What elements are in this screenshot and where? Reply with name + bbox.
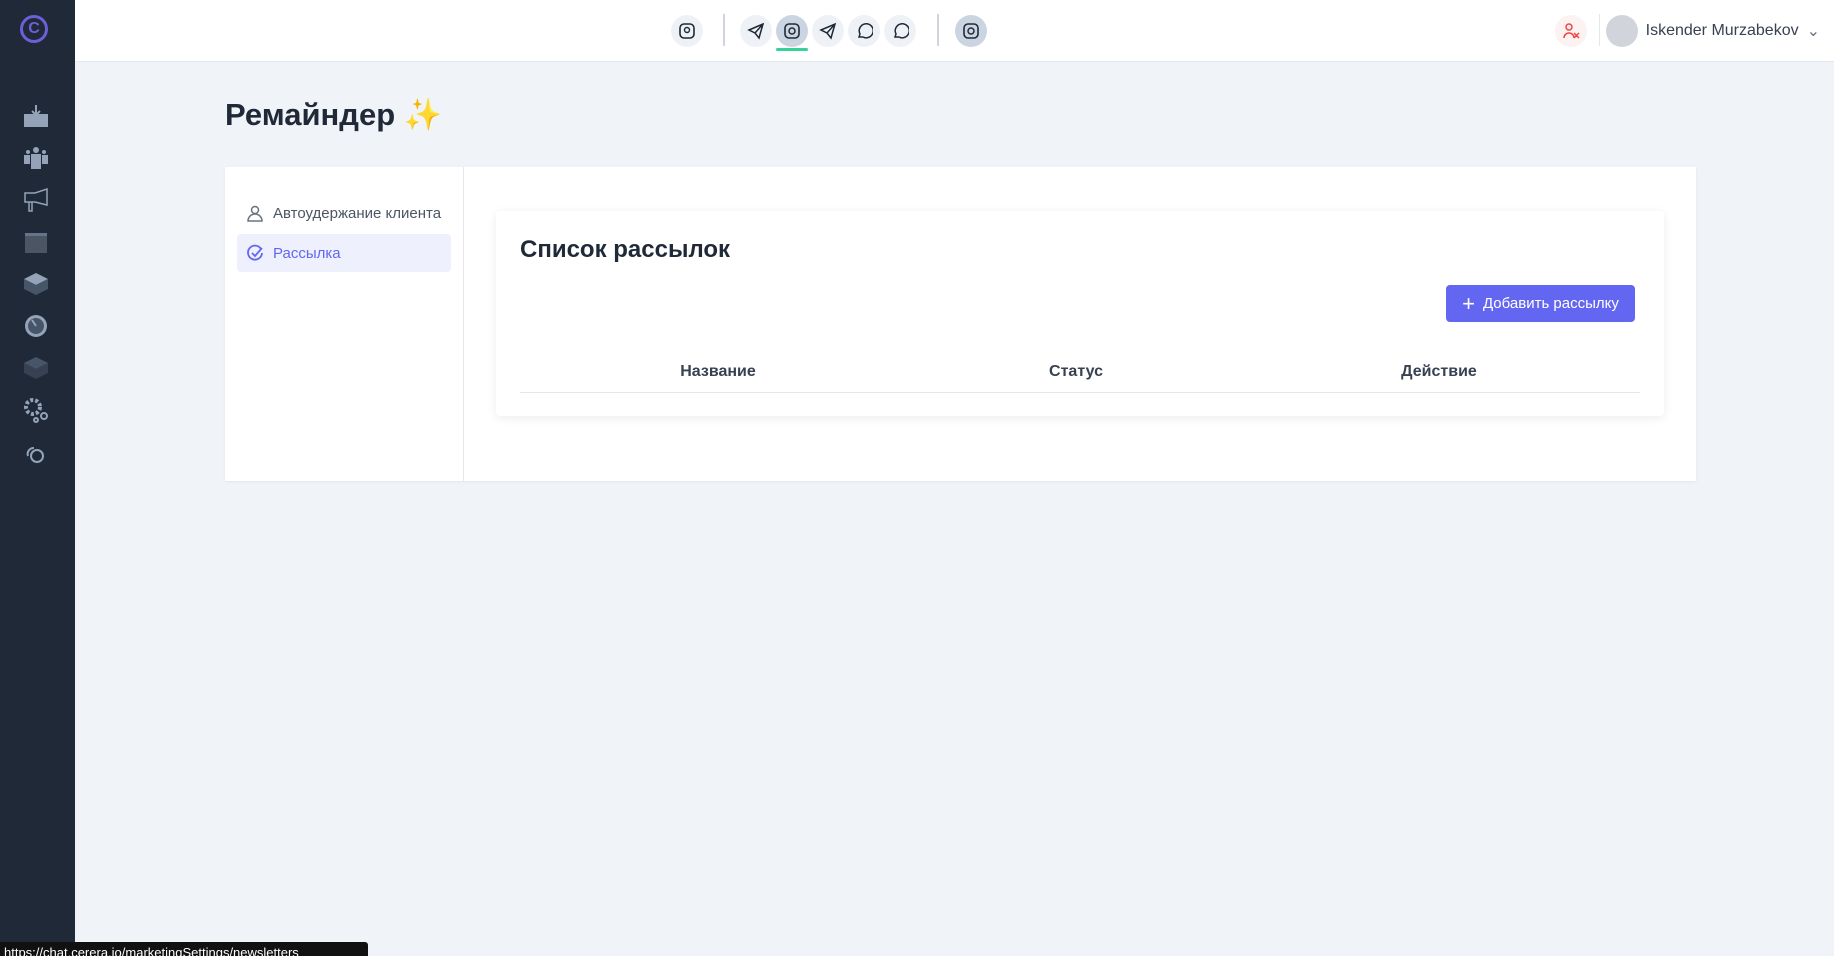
- user-name: Iskender Murzabekov: [1645, 22, 1799, 39]
- channel-instagram-icon[interactable]: [955, 15, 987, 47]
- active-channel-indicator: [776, 48, 808, 51]
- channel-whatsapp-icon[interactable]: [884, 15, 916, 47]
- channel-telegram-icon[interactable]: [812, 15, 844, 47]
- settings-card: Автоудержание клиента Рассылка Список ра…: [225, 167, 1696, 481]
- logo[interactable]: C: [20, 15, 48, 43]
- box-icon[interactable]: [22, 270, 50, 298]
- nav-item-auto-retention[interactable]: Автоудержание клиента: [237, 194, 451, 232]
- dashboard-icon[interactable]: [22, 312, 50, 340]
- button-label: Добавить рассылку: [1482, 295, 1619, 312]
- cube-icon[interactable]: [22, 354, 50, 382]
- section-title: Список рассылок: [520, 236, 731, 263]
- contacts-icon[interactable]: [22, 144, 50, 172]
- user-menu[interactable]: Iskender Murzabekov ⌄: [1605, 15, 1820, 47]
- user-icon: [247, 205, 263, 222]
- status-bar-url: https://chat.cerera.io/marketingSettings…: [0, 942, 368, 956]
- marketing-icon[interactable]: [22, 186, 50, 214]
- add-newsletter-button[interactable]: + Добавить рассылку: [1446, 285, 1635, 322]
- newsletter-list-panel: Список рассылок + Добавить рассылку Назва…: [496, 211, 1664, 416]
- top-bar: Iskender Murzabekov ⌄: [75, 0, 1834, 62]
- sidebar: C: [0, 0, 75, 956]
- page-title: Ремайндер ✨: [225, 97, 443, 132]
- channel-whatsapp-icon[interactable]: [848, 15, 880, 47]
- chevron-down-icon: ⌄: [1806, 23, 1820, 40]
- calendar-icon[interactable]: [22, 228, 50, 256]
- column-action: Действие: [1401, 363, 1477, 380]
- nav-item-label: Рассылка: [273, 244, 341, 262]
- channel-instagram-icon[interactable]: [776, 15, 808, 47]
- avatar: [1605, 15, 1638, 47]
- user-offline-icon[interactable]: [1555, 15, 1587, 47]
- table-header: Название Статус Действие: [520, 359, 1640, 393]
- column-status: Статус: [1049, 363, 1103, 380]
- inbox-icon[interactable]: [22, 102, 50, 130]
- channel-webchat-icon[interactable]: [671, 15, 703, 47]
- nav-item-newsletter[interactable]: Рассылка: [237, 234, 451, 272]
- channel-telegram-icon[interactable]: [740, 15, 772, 47]
- column-name: Название: [680, 363, 756, 380]
- nav-item-label: Автоудержание клиента: [273, 204, 442, 222]
- integrations-icon[interactable]: [22, 440, 50, 468]
- settings-icon[interactable]: [22, 396, 50, 424]
- plus-icon: +: [1462, 290, 1475, 316]
- settings-nav: Автоудержание клиента Рассылка: [225, 167, 464, 481]
- check-circle-icon: [247, 244, 263, 261]
